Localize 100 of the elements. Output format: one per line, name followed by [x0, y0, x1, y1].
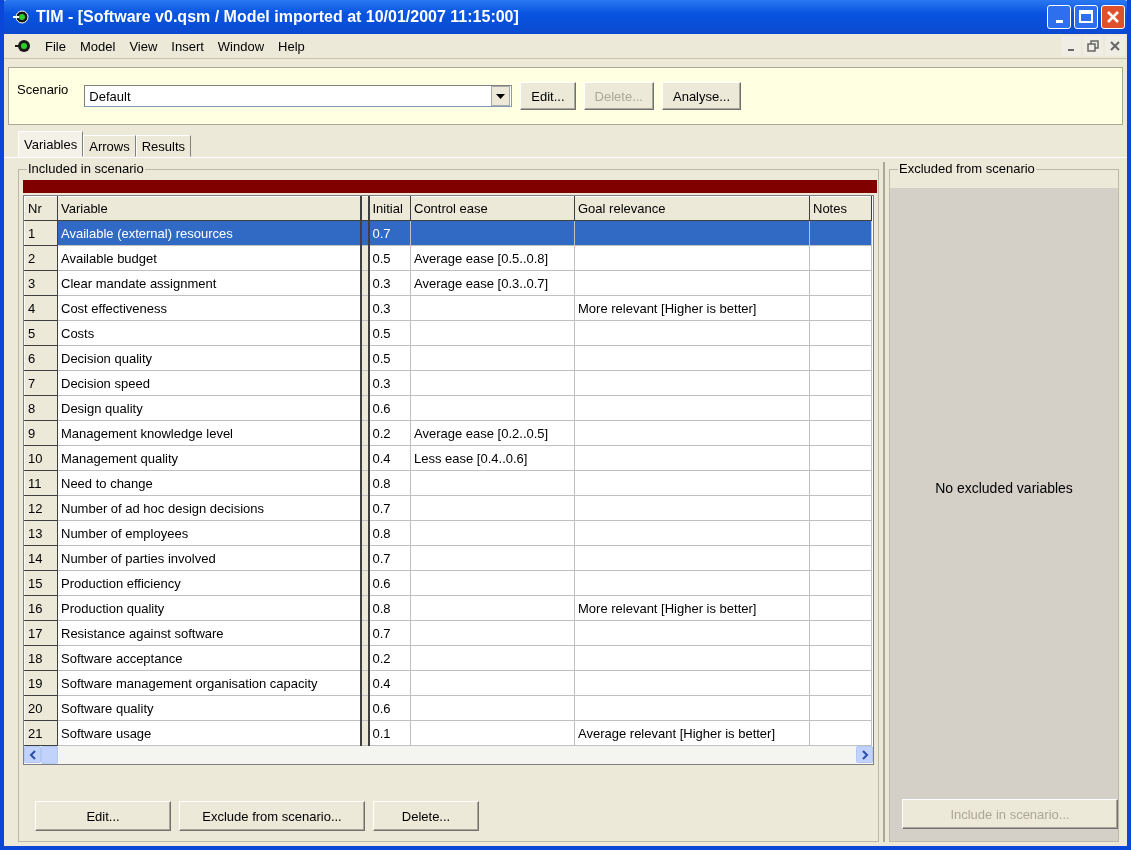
control-ease-cell[interactable] [410, 495, 575, 521]
close-button[interactable] [1101, 5, 1125, 29]
control-ease-cell[interactable] [410, 470, 575, 496]
close-button[interactable] [1105, 36, 1125, 56]
tab[interactable]: Results [135, 135, 192, 157]
menu-item[interactable]: Insert [164, 38, 211, 54]
notes-cell[interactable] [809, 595, 872, 621]
control-ease-cell[interactable] [410, 645, 575, 671]
control-ease-cell[interactable]: Average ease [0.2..0.5] [410, 420, 575, 446]
goal-relevance-cell[interactable] [574, 545, 810, 571]
notes-cell[interactable] [809, 295, 872, 321]
notes-cell[interactable] [809, 420, 872, 446]
initial-cell[interactable]: 0.5 [368, 245, 411, 271]
initial-cell[interactable]: 0.6 [368, 395, 411, 421]
initial-cell[interactable]: 0.4 [368, 670, 411, 696]
initial-cell[interactable]: 0.6 [368, 695, 411, 721]
goal-relevance-cell[interactable] [574, 670, 810, 696]
initial-cell[interactable]: 0.5 [368, 320, 411, 346]
initial-cell[interactable]: 0.8 [368, 595, 411, 621]
table-action-button[interactable]: Delete... [373, 801, 479, 831]
scroll-right-icon[interactable] [856, 746, 873, 763]
notes-cell[interactable] [809, 345, 872, 371]
control-ease-cell[interactable] [410, 345, 575, 371]
goal-relevance-cell[interactable] [574, 495, 810, 521]
control-ease-cell[interactable] [410, 320, 575, 346]
goal-relevance-cell[interactable] [574, 320, 810, 346]
goal-relevance-cell[interactable] [574, 645, 810, 671]
notes-cell[interactable] [809, 570, 872, 596]
initial-cell[interactable]: 0.5 [368, 345, 411, 371]
goal-relevance-cell[interactable] [574, 695, 810, 721]
control-ease-cell[interactable] [410, 720, 575, 746]
column-header[interactable]: Nr [24, 196, 58, 221]
initial-cell[interactable]: 0.2 [368, 420, 411, 446]
control-ease-cell[interactable] [410, 220, 575, 246]
initial-cell[interactable]: 0.3 [368, 370, 411, 396]
minimize-button[interactable] [1047, 5, 1071, 29]
notes-cell[interactable] [809, 520, 872, 546]
table-action-button[interactable]: Exclude from scenario... [179, 801, 365, 831]
initial-cell[interactable]: 0.1 [368, 720, 411, 746]
notes-cell[interactable] [809, 245, 872, 271]
maximize-button[interactable] [1074, 5, 1098, 29]
goal-relevance-cell[interactable] [574, 220, 810, 246]
control-ease-cell[interactable] [410, 520, 575, 546]
control-ease-cell[interactable] [410, 670, 575, 696]
scenario-button[interactable]: Edit... [520, 82, 576, 110]
control-ease-cell[interactable] [410, 370, 575, 396]
notes-cell[interactable] [809, 370, 872, 396]
scroll-thumb[interactable] [41, 746, 58, 764]
restore-button[interactable] [1083, 36, 1103, 56]
control-ease-cell[interactable]: Less ease [0.4..0.6] [410, 445, 575, 471]
notes-cell[interactable] [809, 445, 872, 471]
goal-relevance-cell[interactable] [574, 395, 810, 421]
notes-cell[interactable] [809, 645, 872, 671]
column-header[interactable]: Variable [57, 196, 361, 221]
variable-cell[interactable]: Available (external) resources [57, 220, 361, 246]
goal-relevance-cell[interactable] [574, 245, 810, 271]
goal-relevance-cell[interactable] [574, 345, 810, 371]
goal-relevance-cell[interactable] [574, 570, 810, 596]
control-ease-cell[interactable] [410, 295, 575, 321]
column-header[interactable]: Control ease [410, 196, 575, 221]
control-ease-cell[interactable]: Average ease [0.3..0.7] [410, 270, 575, 296]
notes-cell[interactable] [809, 545, 872, 571]
initial-cell[interactable]: 0.7 [368, 620, 411, 646]
notes-cell[interactable] [809, 620, 872, 646]
initial-cell[interactable]: 0.4 [368, 445, 411, 471]
initial-cell[interactable]: 0.3 [368, 270, 411, 296]
control-ease-cell[interactable] [410, 620, 575, 646]
notes-cell[interactable] [809, 695, 872, 721]
menu-item[interactable]: File [38, 38, 73, 54]
column-header[interactable]: Goal relevance [574, 196, 810, 221]
initial-cell[interactable]: 0.8 [368, 470, 411, 496]
notes-cell[interactable] [809, 270, 872, 296]
notes-cell[interactable] [809, 320, 872, 346]
goal-relevance-cell[interactable] [574, 620, 810, 646]
control-ease-cell[interactable] [410, 545, 575, 571]
notes-cell[interactable] [809, 495, 872, 521]
initial-cell[interactable]: 0.6 [368, 570, 411, 596]
scenario-dropdown[interactable]: Default [84, 85, 513, 107]
menu-item[interactable]: View [122, 38, 165, 54]
goal-relevance-cell[interactable] [574, 520, 810, 546]
goal-relevance-cell[interactable] [574, 445, 810, 471]
goal-relevance-cell[interactable] [574, 420, 810, 446]
initial-cell[interactable]: 0.2 [368, 645, 411, 671]
control-ease-cell[interactable] [410, 570, 575, 596]
minimize-button[interactable] [1061, 36, 1081, 56]
menu-item[interactable]: Window [210, 38, 272, 54]
scenario-button[interactable]: Analyse... [662, 82, 742, 110]
tab[interactable]: Variables [18, 131, 84, 157]
tab[interactable]: Arrows [83, 135, 136, 157]
control-ease-cell[interactable] [410, 395, 575, 421]
initial-cell[interactable]: 0.8 [368, 520, 411, 546]
control-ease-cell[interactable]: Average ease [0.5..0.8] [410, 245, 575, 271]
menu-item[interactable]: Help [271, 38, 312, 54]
table-action-button[interactable]: Edit... [35, 801, 171, 831]
notes-cell[interactable] [809, 670, 872, 696]
menu-item[interactable]: Model [72, 38, 123, 54]
notes-cell[interactable] [809, 395, 872, 421]
horizontal-scrollbar[interactable] [24, 746, 873, 764]
notes-cell[interactable] [809, 470, 872, 496]
control-ease-cell[interactable] [410, 595, 575, 621]
